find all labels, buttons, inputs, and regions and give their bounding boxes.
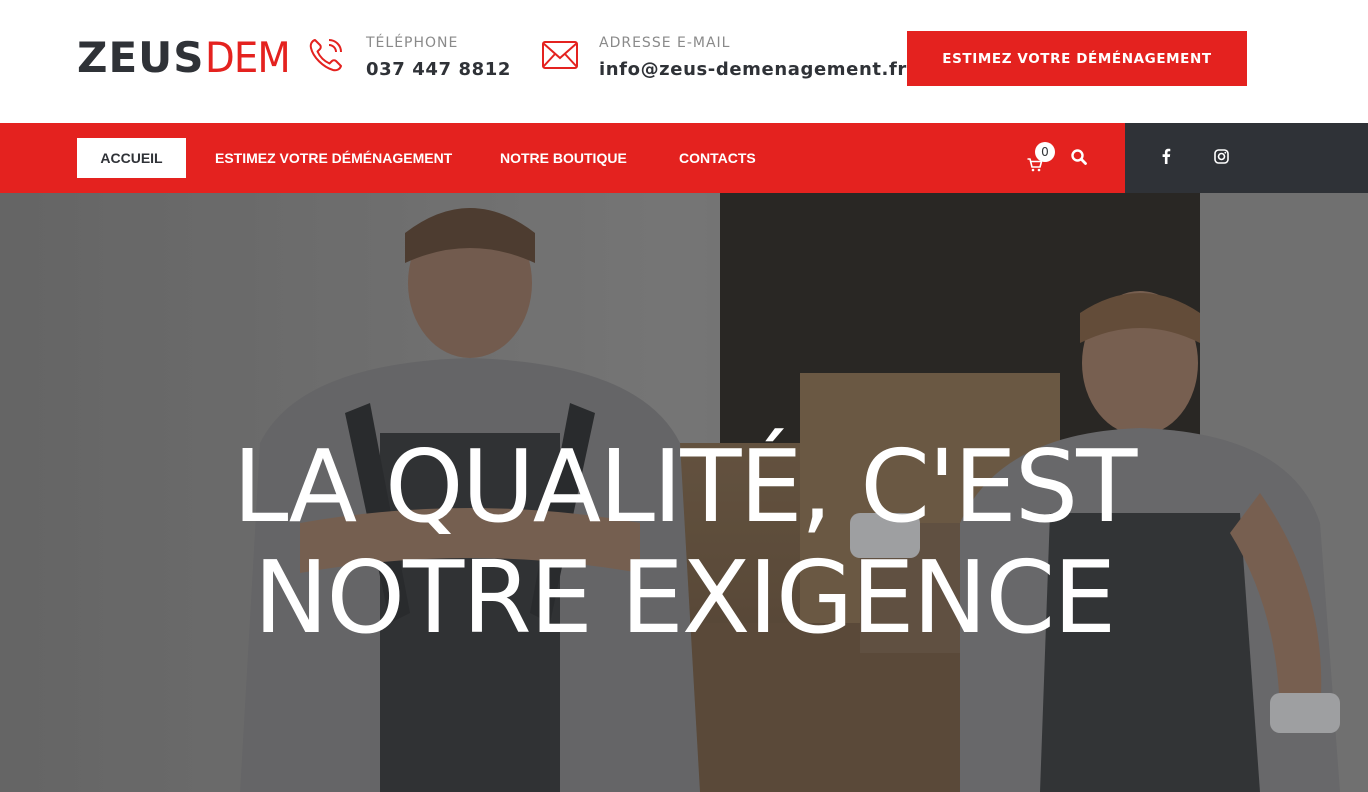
email-address-link[interactable]: info@zeus-demenagement.fr [599, 53, 907, 87]
hero-title-line-2: NOTRE EXIGENCE [253, 539, 1117, 656]
phone-label: TÉLÉPHONE [366, 35, 459, 51]
hero-title-line-1: LA QUALITÉ, C'EST [232, 428, 1138, 545]
estimate-move-button[interactable]: ESTIMEZ VOTRE DÉMÉNAGEMENT [907, 31, 1247, 86]
facebook-link[interactable] [1161, 148, 1177, 168]
instagram-link[interactable] [1214, 149, 1232, 167]
nav-item-boutique[interactable]: NOTRE BOUTIQUE [500, 138, 627, 178]
facebook-icon [1162, 148, 1171, 164]
phone-contact: TÉLÉPHONE 037 447 8812 [306, 33, 511, 87]
envelope-icon [541, 33, 579, 77]
main-nav: ACCUEIL ESTIMEZ VOTRE DÉMÉNAGEMENT NOTRE… [0, 123, 1125, 193]
phone-icon [306, 33, 346, 77]
nav-item-estimez[interactable]: ESTIMEZ VOTRE DÉMÉNAGEMENT [215, 138, 452, 178]
search-button[interactable] [1070, 148, 1090, 168]
social-links [1125, 123, 1368, 193]
logo-text-zeus: ZEUS [77, 33, 205, 82]
email-contact: ADRESSE E-MAIL info@zeus-demenagement.fr [541, 33, 907, 87]
top-header: ZEUS DEM TÉLÉPHONE 037 447 8812 ADRESSE … [0, 0, 1368, 123]
cart-button[interactable]: 0 [1025, 142, 1059, 175]
nav-item-contacts[interactable]: CONTACTS [679, 138, 756, 178]
phone-number-link[interactable]: 037 447 8812 [366, 53, 511, 87]
search-icon [1071, 149, 1087, 165]
hero-banner: LA QUALITÉ, C'EST NOTRE EXIGENCE [0, 193, 1368, 792]
instagram-icon [1214, 149, 1229, 164]
email-label: ADRESSE E-MAIL [599, 35, 731, 51]
hero-title: LA QUALITÉ, C'EST NOTRE EXIGENCE [0, 431, 1368, 653]
logo-text-dem: DEM [204, 33, 291, 82]
nav-item-accueil[interactable]: ACCUEIL [77, 138, 186, 178]
site-logo[interactable]: ZEUS DEM [77, 33, 297, 82]
cart-icon [1027, 158, 1043, 172]
